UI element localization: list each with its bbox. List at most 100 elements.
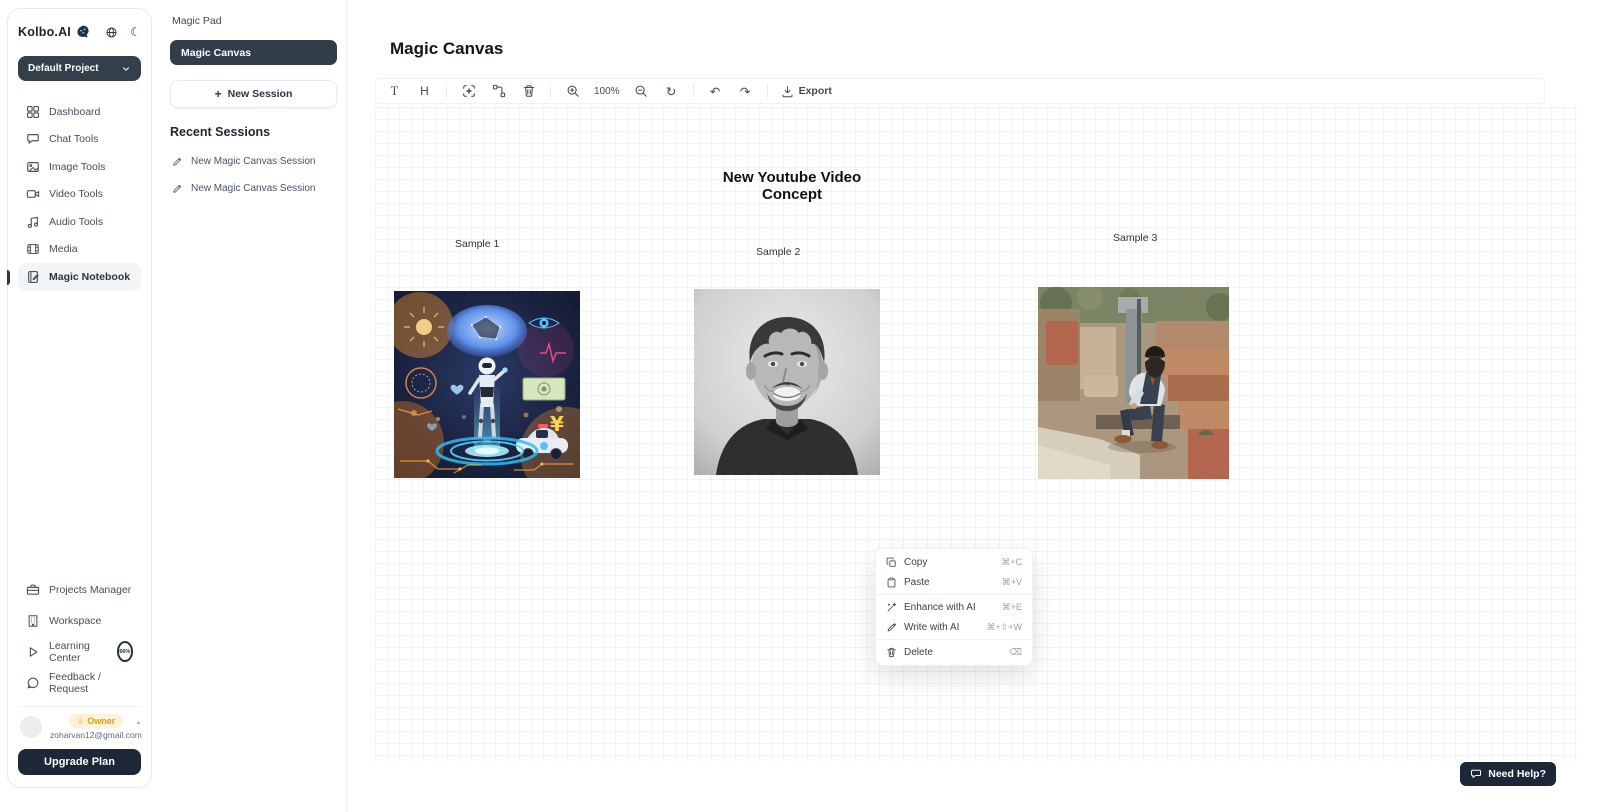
sidebar-item-label: Magic Notebook	[49, 271, 130, 283]
menu-item-label: Enhance with AI	[904, 602, 976, 613]
menu-item-delete[interactable]: Delete ⌫	[876, 642, 1032, 662]
user-email: zoharvan12@gmail.com	[50, 730, 142, 740]
sidebar-item-audio-tools[interactable]: Audio Tools	[18, 208, 141, 236]
sidebar-item-label: Media	[49, 243, 78, 255]
menu-shortcut: ⌘+E	[1002, 602, 1022, 613]
pencil-icon	[172, 156, 183, 167]
media-icon	[26, 242, 40, 256]
canvas-toolbar: T H 100% ↻ ↶ ↷ Export	[375, 78, 1545, 104]
canvas-title-text[interactable]: New Youtube Video Concept	[692, 169, 892, 203]
dark-mode-moon-icon[interactable]: ☾	[130, 26, 141, 39]
notebook-icon	[26, 270, 40, 284]
chevron-down-icon	[121, 64, 131, 74]
sidebar-item-label: Video Tools	[49, 188, 103, 200]
language-globe-icon[interactable]	[105, 26, 118, 39]
trash-icon	[886, 647, 897, 658]
sidebar-footer-nav: Projects Manager Workspace Learning Cent…	[18, 574, 141, 698]
briefcase-icon	[26, 583, 40, 597]
session-list-item[interactable]: New Magic Canvas Session	[170, 175, 337, 202]
download-icon	[781, 85, 794, 98]
menu-item-paste[interactable]: Paste ⌘+V	[876, 572, 1032, 592]
menu-shortcut: ⌘+⇧+W	[986, 622, 1022, 633]
menu-item-copy[interactable]: Copy ⌘+C	[876, 552, 1032, 572]
sidebar-item-chat-tools[interactable]: Chat Tools	[18, 126, 141, 154]
feedback-icon	[26, 676, 40, 690]
toolbar-divider	[767, 84, 768, 98]
redo-button[interactable]: ↷	[737, 82, 754, 100]
building-icon	[26, 614, 40, 628]
wand-icon	[886, 602, 897, 613]
sparkle-pen-icon	[886, 622, 897, 633]
delete-tool-button[interactable]	[520, 82, 537, 100]
reset-view-icon[interactable]: ↻	[663, 82, 680, 100]
video-icon	[26, 187, 40, 201]
undo-button[interactable]: ↶	[707, 82, 724, 100]
new-session-label: New Session	[228, 88, 293, 100]
paste-icon	[886, 577, 897, 588]
sidebar-item-feedback-request[interactable]: Feedback / Request	[18, 667, 141, 698]
project-selector[interactable]: Default Project	[18, 56, 141, 81]
sample-1-label[interactable]: Sample 1	[455, 238, 499, 250]
pencil-icon	[172, 183, 183, 194]
menu-item-enhance-with-ai[interactable]: Enhance with AI ⌘+E	[876, 597, 1032, 617]
app-logo: Kolbo.AI	[18, 25, 71, 39]
recent-sessions-title: Recent Sessions	[170, 125, 337, 139]
sidebar-item-video-tools[interactable]: Video Tools	[18, 181, 141, 209]
session-panel: Magic Pad Magic Canvas + New Session Rec…	[152, 0, 347, 812]
audio-icon	[26, 215, 40, 229]
need-help-button[interactable]: Need Help?	[1460, 762, 1556, 786]
text-tool-button[interactable]: T	[386, 82, 403, 100]
sample-3-label[interactable]: Sample 3	[1113, 232, 1157, 244]
heading-tool-button[interactable]: H	[416, 82, 433, 100]
sidebar-item-label: Projects Manager	[49, 584, 131, 596]
zoom-out-button[interactable]	[633, 82, 650, 100]
sample-3-image[interactable]	[1038, 287, 1229, 479]
session-list-item[interactable]: New Magic Canvas Session	[170, 148, 337, 175]
dashboard-icon	[26, 105, 40, 119]
sidebar-item-image-tools[interactable]: Image Tools	[18, 153, 141, 181]
copy-icon	[886, 557, 897, 568]
owner-role-badge: ♕ Owner	[69, 714, 124, 728]
upgrade-plan-button[interactable]: Upgrade Plan	[18, 749, 141, 775]
sidebar-item-label: Image Tools	[49, 161, 105, 173]
help-chat-icon	[1470, 768, 1482, 780]
menu-item-label: Write with AI	[904, 622, 959, 633]
learning-progress-badge: 66%	[117, 641, 133, 662]
project-selector-label: Default Project	[28, 63, 99, 74]
page-title: Magic Canvas	[390, 39, 503, 59]
menu-item-label: Copy	[904, 557, 927, 568]
menu-shortcut: ⌘+V	[1002, 577, 1022, 588]
active-nav-indicator	[7, 270, 10, 285]
magic-canvas-surface[interactable]: New Youtube Video Concept Sample 1 Sampl…	[375, 107, 1578, 762]
toolbar-divider	[693, 84, 694, 98]
chat-icon	[26, 132, 40, 146]
image-icon	[26, 160, 40, 174]
tab-magic-pad[interactable]: Magic Pad	[170, 13, 337, 29]
play-icon	[26, 645, 40, 659]
menu-item-write-with-ai[interactable]: Write with AI ⌘+⇧+W	[876, 617, 1032, 637]
menu-item-label: Paste	[904, 577, 930, 588]
sidebar-item-label: Dashboard	[49, 106, 100, 118]
sidebar-nav: Dashboard Chat Tools Image Tools Video T…	[18, 98, 141, 291]
zoom-in-button[interactable]	[564, 82, 581, 100]
ai-select-tool-button[interactable]	[460, 82, 477, 100]
sidebar-item-label: Workspace	[49, 615, 101, 627]
sample-2-label[interactable]: Sample 2	[756, 246, 800, 258]
sidebar-item-learning-center[interactable]: Learning Center 66%	[18, 636, 141, 667]
new-session-button[interactable]: + New Session	[170, 80, 337, 108]
sample-1-image[interactable]: ¥	[394, 291, 580, 478]
connector-tool-button[interactable]	[490, 82, 507, 100]
sidebar-item-dashboard[interactable]: Dashboard	[18, 98, 141, 126]
sample-2-image[interactable]	[694, 289, 880, 475]
export-button[interactable]: Export	[781, 85, 832, 98]
sidebar-item-label: Chat Tools	[49, 133, 98, 145]
session-item-label: New Magic Canvas Session	[191, 156, 316, 167]
user-account-row[interactable]: ♕ Owner zoharvan12@gmail.com ▴	[18, 712, 141, 742]
session-list: New Magic Canvas Session New Magic Canva…	[170, 148, 337, 202]
sidebar-item-workspace[interactable]: Workspace	[18, 605, 141, 636]
sidebar-item-media[interactable]: Media	[18, 236, 141, 264]
sidebar-item-projects-manager[interactable]: Projects Manager	[18, 574, 141, 605]
tab-magic-canvas[interactable]: Magic Canvas	[170, 40, 337, 65]
sidebar-item-magic-notebook[interactable]: Magic Notebook	[18, 263, 141, 291]
sidebar-item-label: Audio Tools	[49, 216, 103, 228]
